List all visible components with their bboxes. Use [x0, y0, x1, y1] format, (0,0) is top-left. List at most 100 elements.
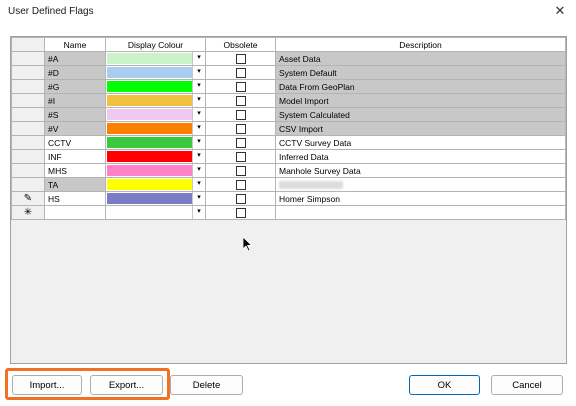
export-button[interactable]: Export...	[90, 375, 163, 395]
ok-button[interactable]: OK	[409, 375, 480, 395]
table-row[interactable]: #G ▾ Data From GeoPlan	[11, 79, 566, 94]
flag-code-cell[interactable]: CCTV	[44, 135, 106, 150]
obsolete-checkbox[interactable]	[235, 81, 246, 92]
obsolete-cell	[205, 79, 276, 94]
row-selector[interactable]	[11, 79, 45, 94]
chevron-down-icon[interactable]: ▾	[192, 192, 205, 205]
new-row[interactable]: ✳ ▾	[11, 205, 566, 220]
column-header-name[interactable]: Name	[44, 37, 106, 52]
obsolete-checkbox[interactable]	[235, 179, 246, 190]
row-selector[interactable]: ✳	[11, 205, 45, 220]
row-selector[interactable]	[11, 121, 45, 136]
display-colour-cell[interactable]: ▾	[105, 191, 206, 206]
chevron-down-icon[interactable]: ▾	[192, 178, 205, 191]
table-row[interactable]: #I ▾ Model Import	[11, 93, 566, 108]
flag-code-cell[interactable]: #D	[44, 65, 106, 80]
display-colour-cell[interactable]: ▾	[105, 107, 206, 122]
obsolete-checkbox[interactable]	[235, 165, 246, 176]
column-header-obsolete[interactable]: Obsolete	[205, 37, 276, 52]
chevron-down-icon[interactable]: ▾	[192, 94, 205, 107]
flag-code-cell[interactable]: HS	[44, 191, 106, 206]
chevron-down-icon[interactable]: ▾	[192, 206, 205, 219]
chevron-down-icon[interactable]: ▾	[192, 150, 205, 163]
description-cell[interactable]	[275, 177, 566, 192]
display-colour-cell[interactable]: ▾	[105, 121, 206, 136]
flag-code-cell[interactable]: #A	[44, 51, 106, 66]
display-colour-cell[interactable]: ▾	[105, 177, 206, 192]
flag-code-cell[interactable]: #I	[44, 93, 106, 108]
display-colour-cell[interactable]: ▾	[105, 135, 206, 150]
display-colour-cell[interactable]: ▾	[105, 51, 206, 66]
flag-code-cell[interactable]: TA	[44, 177, 106, 192]
display-colour-cell[interactable]: ▾	[105, 65, 206, 80]
description-cell[interactable]: CCTV Survey Data	[275, 135, 566, 150]
column-header-display-colour[interactable]: Display Colour	[105, 37, 206, 52]
row-selector[interactable]	[11, 107, 45, 122]
flag-code-cell[interactable]: INF	[44, 149, 106, 164]
display-colour-cell[interactable]: ▾	[105, 149, 206, 164]
chevron-down-icon[interactable]: ▾	[192, 80, 205, 93]
display-colour-cell[interactable]: ▾	[105, 163, 206, 178]
delete-button[interactable]: Delete	[170, 375, 243, 395]
table-row[interactable]: CCTV ▾ CCTV Survey Data	[11, 135, 566, 150]
chevron-down-icon[interactable]: ▾	[192, 108, 205, 121]
chevron-down-icon[interactable]: ▾	[192, 136, 205, 149]
chevron-down-icon[interactable]: ▾	[192, 122, 205, 135]
description-cell[interactable]: Homer Simpson	[275, 191, 566, 206]
row-selector[interactable]: ✎	[11, 191, 45, 206]
row-selector[interactable]	[11, 51, 45, 66]
obsolete-checkbox[interactable]	[235, 137, 246, 148]
table-row[interactable]: ✎ HS ▾ Homer Simpson	[11, 191, 566, 206]
display-colour-cell[interactable]: ▾	[105, 93, 206, 108]
description-cell[interactable]: System Default	[275, 65, 566, 80]
flag-code-cell[interactable]: MHS	[44, 163, 106, 178]
table-row[interactable]: MHS ▾ Manhole Survey Data	[11, 163, 566, 178]
obsolete-checkbox[interactable]	[235, 95, 246, 106]
chevron-down-icon[interactable]: ▾	[192, 66, 205, 79]
row-selector[interactable]	[11, 177, 45, 192]
row-selector[interactable]	[11, 149, 45, 164]
mouse-cursor-icon	[243, 237, 253, 252]
display-colour-cell[interactable]: ▾	[105, 205, 206, 220]
column-header-description[interactable]: Description	[275, 37, 566, 52]
flag-code-cell[interactable]: #G	[44, 79, 106, 94]
obsolete-checkbox[interactable]	[235, 151, 246, 162]
table-row[interactable]: #S ▾ System Calculated	[11, 107, 566, 122]
table-row[interactable]: #D ▾ System Default	[11, 65, 566, 80]
description-cell[interactable]: Data From GeoPlan	[275, 79, 566, 94]
description-cell[interactable]: System Calculated	[275, 107, 566, 122]
chevron-down-icon[interactable]: ▾	[192, 164, 205, 177]
obsolete-checkbox[interactable]	[235, 207, 246, 218]
import-button[interactable]: Import...	[12, 375, 82, 395]
flag-code-cell[interactable]	[44, 205, 106, 220]
obsolete-checkbox[interactable]	[235, 109, 246, 120]
obsolete-checkbox[interactable]	[235, 193, 246, 204]
description-cell[interactable]: Model Import	[275, 93, 566, 108]
flag-code-cell[interactable]: #S	[44, 107, 106, 122]
cancel-button[interactable]: Cancel	[491, 375, 563, 395]
flags-grid[interactable]: Name Display Colour Obsolete Description…	[10, 36, 567, 364]
row-selector[interactable]	[11, 135, 45, 150]
table-row[interactable]: #V ▾ CSV Import	[11, 121, 566, 136]
flag-code-cell[interactable]: #V	[44, 121, 106, 136]
display-colour-cell[interactable]: ▾	[105, 79, 206, 94]
row-selector[interactable]	[11, 65, 45, 80]
colour-swatch	[107, 67, 192, 78]
table-row[interactable]: #A ▾ Asset Data	[11, 51, 566, 66]
obsolete-checkbox[interactable]	[235, 123, 246, 134]
description-cell[interactable]	[275, 205, 566, 220]
table-row[interactable]: TA ▾	[11, 177, 566, 192]
description-cell[interactable]: Inferred Data	[275, 149, 566, 164]
row-selector[interactable]	[11, 163, 45, 178]
close-icon[interactable]: ✕	[552, 3, 568, 19]
description-cell[interactable]: Manhole Survey Data	[275, 163, 566, 178]
chevron-down-icon[interactable]: ▾	[192, 52, 205, 65]
description-cell[interactable]: Asset Data	[275, 51, 566, 66]
table-row[interactable]: INF ▾ Inferred Data	[11, 149, 566, 164]
description-cell[interactable]: CSV Import	[275, 121, 566, 136]
obsolete-checkbox[interactable]	[235, 67, 246, 78]
colour-swatch	[107, 165, 192, 176]
row-selector[interactable]	[11, 93, 45, 108]
obsolete-checkbox[interactable]	[235, 53, 246, 64]
colour-swatch	[107, 179, 192, 190]
